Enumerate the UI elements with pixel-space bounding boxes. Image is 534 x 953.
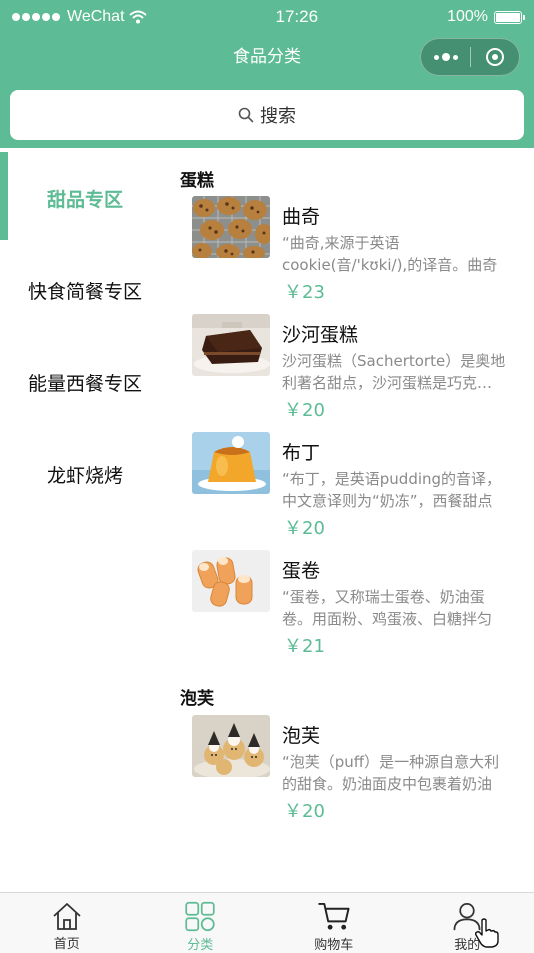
- food-item[interactable]: 蛋卷 “蛋卷，又称瑞士蛋卷、奶油蛋卷。用面粉、鸡蛋液、白糖拌匀 ￥21: [192, 550, 528, 657]
- section-title-cake: 蛋糕: [180, 171, 214, 191]
- food-item[interactable]: 沙河蛋糕 沙河蛋糕（Sachertorte）是奥地利著名甜点，沙河蛋糕是巧克力蛋…: [192, 314, 528, 421]
- status-time: 17:26: [275, 7, 319, 26]
- food-image-pudding: [192, 432, 270, 494]
- sidebar-item-western[interactable]: 能量西餐专区: [0, 336, 170, 428]
- status-bar: WeChat 17:26 100%: [0, 0, 534, 34]
- sidebar-item-fast-food[interactable]: 快食简餐专区: [0, 244, 170, 336]
- tab-cart[interactable]: 购物车: [267, 893, 401, 953]
- sidebar-item-label: 能量西餐专区: [27, 372, 142, 395]
- sidebar-item-lobster-bbq[interactable]: 龙虾烧烤: [0, 428, 170, 520]
- battery-percent: 100%: [447, 8, 488, 25]
- food-name: 曲奇: [282, 206, 321, 228]
- status-right: 100%: [447, 8, 525, 26]
- sidebar-item-label: 甜品专区: [46, 188, 123, 211]
- signal-icon: [12, 13, 60, 21]
- status-left: WeChat: [12, 8, 147, 26]
- more-dots-icon[interactable]: [421, 39, 470, 75]
- category-grid-icon: [185, 901, 215, 932]
- tab-label: 首页: [53, 937, 80, 952]
- close-target-icon[interactable]: [471, 39, 519, 75]
- food-item[interactable]: 布丁 “布丁，是英语pudding的音译，中文意译则为“奶冻”，西餐甜点 ￥20: [192, 432, 528, 539]
- mini-program-capsule: [420, 38, 520, 76]
- food-price: ￥20: [284, 518, 325, 539]
- sidebar-item-label: 快食简餐专区: [27, 280, 142, 303]
- food-image-cookies: [192, 196, 270, 258]
- search-icon: [238, 107, 254, 123]
- food-description: “蛋卷，又称瑞士蛋卷、奶油蛋卷。用面粉、鸡蛋液、白糖拌匀: [282, 588, 493, 628]
- app-screen: WeChat 17:26 100% 食品分类 搜索 甜品专区 快食简餐专区 能量…: [0, 0, 534, 953]
- food-description: “曲奇,来源于英语cookie(音/'kʊki/),的译音。曲奇: [282, 234, 498, 274]
- tab-label: 分类: [187, 938, 214, 953]
- food-description: “泡芙（puff）是一种源自意大利的甜食。奶油面皮中包裹着奶油: [282, 753, 500, 793]
- sidebar-item-label: 龙虾烧烤: [46, 464, 123, 487]
- tab-label: 购物车: [314, 938, 354, 953]
- food-name: 泡芙: [282, 725, 321, 747]
- battery-icon: [493, 10, 525, 24]
- wifi-icon: [128, 10, 147, 24]
- section-title-puff: 泡芙: [180, 689, 214, 709]
- home-icon: [53, 903, 81, 930]
- food-price: ￥21: [284, 636, 325, 657]
- food-list: 蛋糕 曲奇 “曲奇,来源于英语cookie(音/'kʊki/),的译音。曲奇 ￥…: [170, 152, 534, 892]
- food-image-sachertorte: [192, 314, 270, 376]
- tab-bar: 首页 分类 购物车 我的: [0, 892, 534, 953]
- food-image-egg-roll: [192, 550, 270, 612]
- food-name: 布丁: [282, 442, 321, 464]
- food-price: ￥20: [284, 400, 325, 421]
- food-item[interactable]: 泡芙 “泡芙（puff）是一种源自意大利的甜食。奶油面皮中包裹着奶油 ￥20: [192, 715, 528, 822]
- tab-category[interactable]: 分类: [134, 893, 268, 953]
- sidebar-item-dessert[interactable]: 甜品专区: [0, 152, 170, 244]
- search-area: 搜索: [0, 80, 534, 148]
- nav-bar: 食品分类: [0, 34, 534, 80]
- hand-cursor-icon: [474, 918, 499, 948]
- cart-icon: [318, 902, 350, 930]
- food-item[interactable]: 曲奇 “曲奇,来源于英语cookie(音/'kʊki/),的译音。曲奇 ￥23: [192, 196, 528, 303]
- carrier-label: WeChat: [67, 8, 125, 25]
- food-price: ￥20: [284, 801, 325, 822]
- tab-mine[interactable]: 我的: [401, 893, 534, 953]
- food-price: ￥23: [284, 282, 325, 303]
- tab-home[interactable]: 首页: [0, 893, 134, 953]
- search-bar[interactable]: 搜索: [10, 90, 524, 140]
- search-label: 搜索: [260, 106, 296, 127]
- battery-fill: [495, 12, 520, 22]
- category-sidebar: 甜品专区 快食简餐专区 能量西餐专区 龙虾烧烤: [0, 152, 170, 892]
- food-description: “布丁，是英语pudding的音译，中文意译则为“奶冻”，西餐甜点: [282, 470, 502, 510]
- food-name: 沙河蛋糕: [282, 324, 359, 346]
- food-description: 沙河蛋糕（Sachertorte）是奥地利著名甜点，沙河蛋糕是巧克力蛋糕: [282, 352, 506, 392]
- food-image-puff: [192, 715, 270, 777]
- food-name: 蛋卷: [282, 560, 321, 582]
